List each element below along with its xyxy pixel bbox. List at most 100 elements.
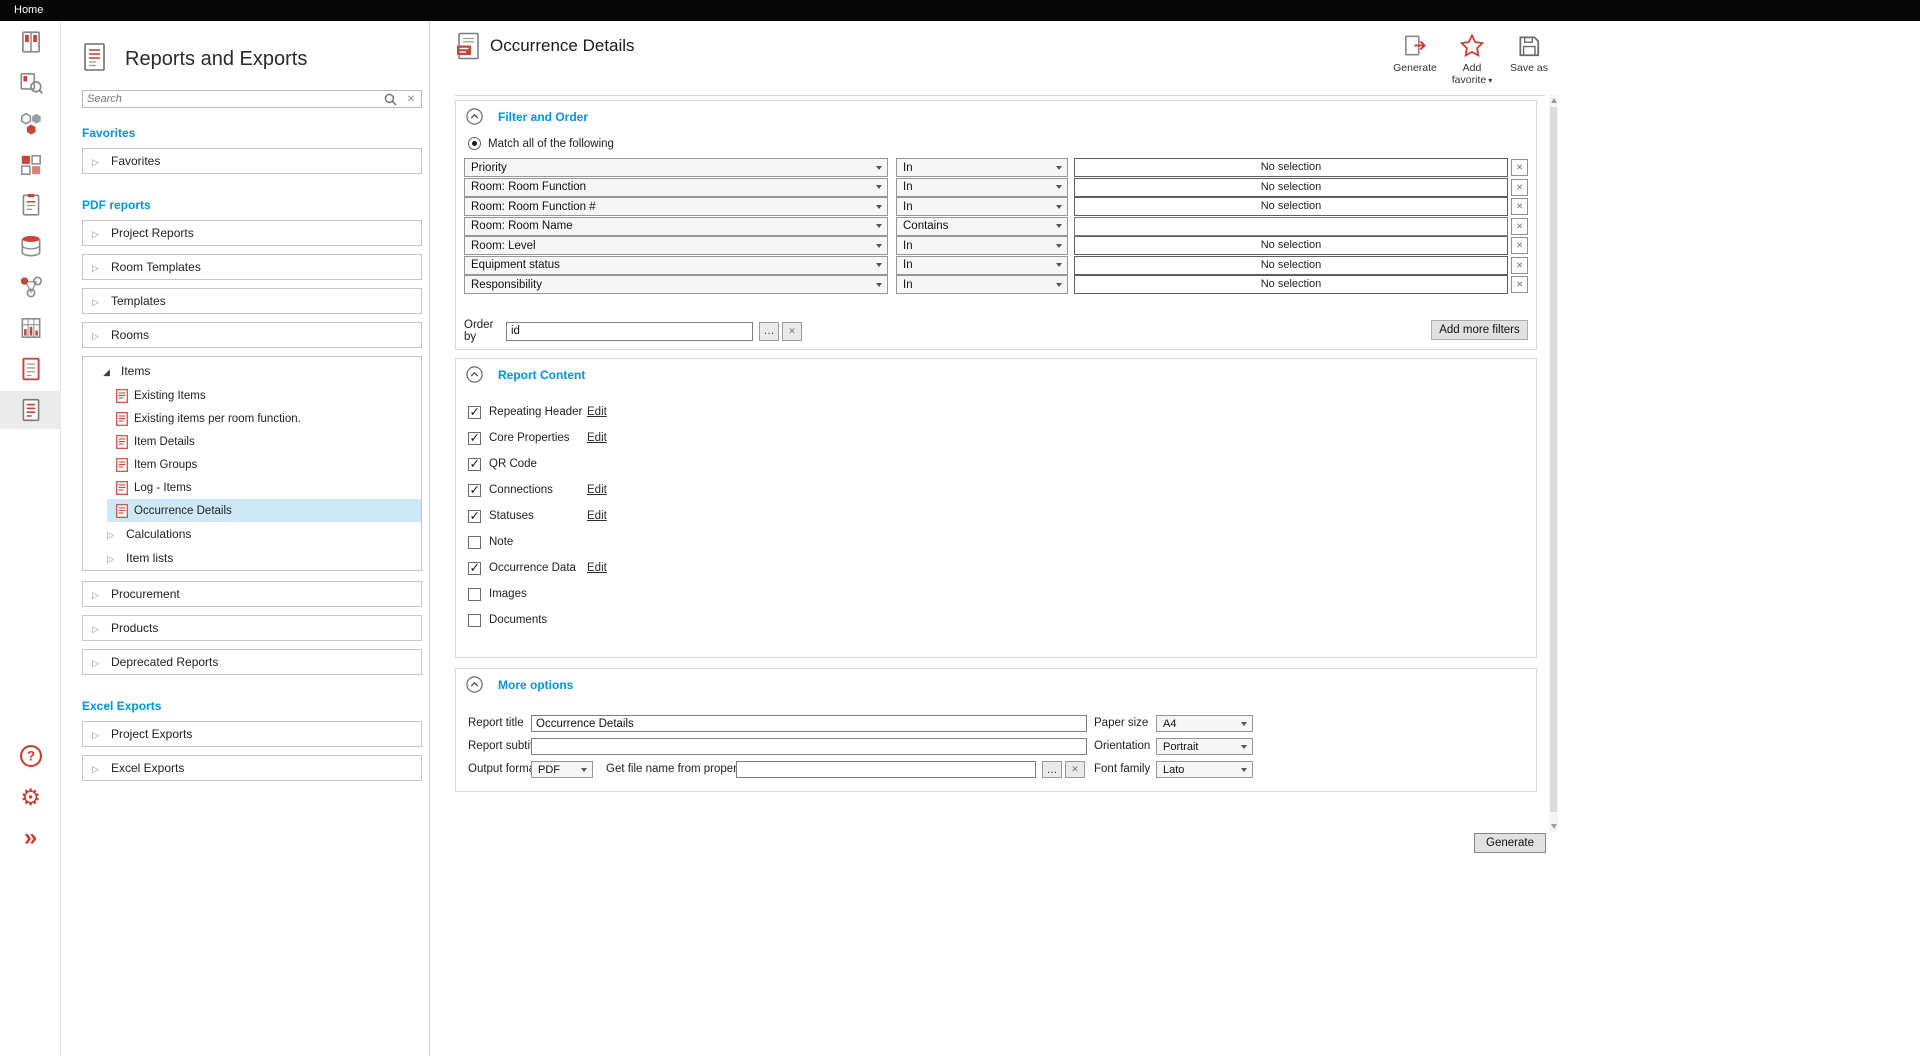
filter-value-selector[interactable]: No selection	[1074, 197, 1508, 216]
sidebar-group-products[interactable]: Products	[82, 615, 422, 641]
filter-value-selector[interactable]: No selection	[1074, 236, 1508, 255]
filter-field-select[interactable]: Equipment status	[464, 256, 888, 275]
edit-link[interactable]: Edit	[587, 406, 607, 418]
sidebar-group-project-exports[interactable]: Project Exports	[82, 721, 422, 747]
filter-field-select[interactable]: Room: Room Function #	[464, 197, 888, 216]
note-checkbox[interactable]	[468, 536, 481, 549]
report-item-item-details[interactable]: Item Details	[107, 430, 421, 453]
filter-operator-select[interactable]: In	[896, 158, 1068, 177]
output-format-select[interactable]: PDF	[531, 761, 593, 778]
report-item-occurrence-details[interactable]: Occurrence Details	[107, 499, 421, 522]
filter-field-select[interactable]: Responsibility	[464, 275, 888, 294]
flowchart-icon[interactable]	[0, 268, 61, 306]
filter-operator-select[interactable]: In	[896, 197, 1068, 216]
hexagons-icon[interactable]	[0, 105, 61, 143]
filter-field-select[interactable]: Priority	[464, 158, 888, 177]
remove-filter-button[interactable]	[1511, 257, 1528, 274]
remove-filter-button[interactable]	[1511, 218, 1528, 235]
sidebar-group-project-reports[interactable]: Project Reports	[82, 220, 422, 246]
subgroup-item-lists[interactable]: Item lists	[83, 546, 421, 570]
cabinet-search-icon[interactable]	[0, 64, 61, 102]
items-group-header[interactable]: Items	[83, 357, 421, 384]
filter-field-select[interactable]: Room: Level	[464, 236, 888, 255]
report-item-log-items[interactable]: Log - Items	[107, 476, 421, 499]
remove-filter-button[interactable]	[1511, 159, 1528, 176]
scroll-down-icon[interactable]	[1551, 824, 1557, 829]
clear-search-icon[interactable]	[401, 94, 421, 105]
sidebar-group-procurement[interactable]: Procurement	[82, 581, 422, 607]
filter-field-select[interactable]: Room: Room Function	[464, 178, 888, 197]
collapse-section-icon[interactable]	[466, 676, 483, 693]
building-chart-icon[interactable]	[0, 309, 61, 347]
report-item-existing-items-per-room-function[interactable]: Existing items per room function.	[107, 407, 421, 430]
remove-filter-button[interactable]	[1511, 237, 1528, 254]
order-by-input[interactable]	[506, 322, 753, 341]
clear-file-name-button[interactable]	[1065, 761, 1085, 778]
sidebar-group-templates[interactable]: Templates	[82, 288, 422, 314]
colored-boxes-icon[interactable]	[0, 146, 61, 184]
scroll-up-icon[interactable]	[1551, 98, 1557, 103]
report-title-input[interactable]	[531, 715, 1087, 732]
report-document-icon[interactable]	[0, 391, 61, 429]
sidebar-group-deprecated-reports[interactable]: Deprecated Reports	[82, 649, 422, 675]
double-chevron-icon[interactable]: »	[0, 819, 61, 857]
filter-value-selector[interactable]: No selection	[1074, 256, 1508, 275]
filter-field-select[interactable]: Room: Room Name	[464, 217, 888, 236]
sidebar-group-rooms[interactable]: Rooms	[82, 322, 422, 348]
filter-operator-select[interactable]: In	[896, 275, 1068, 294]
filter-value-selector[interactable]: No selection	[1074, 275, 1508, 294]
save-as-tool-button[interactable]: Save as	[1502, 33, 1556, 86]
generate-button[interactable]: Generate	[1474, 833, 1546, 853]
search-input[interactable]	[83, 92, 379, 106]
documents-checkbox[interactable]	[468, 614, 481, 627]
repeating-header-checkbox[interactable]	[468, 406, 481, 419]
sidebar-group-room-templates[interactable]: Room Templates	[82, 254, 422, 280]
cabinet-icon[interactable]	[0, 23, 61, 61]
generate-tool-button[interactable]: Generate	[1388, 33, 1442, 86]
database-icon[interactable]	[0, 227, 61, 265]
vertical-scrollbar[interactable]	[1549, 95, 1558, 832]
clear-order-button[interactable]	[782, 322, 802, 341]
connections-checkbox[interactable]	[468, 484, 481, 497]
core-properties-checkbox[interactable]	[468, 432, 481, 445]
report-item-existing-items[interactable]: Existing Items	[107, 384, 421, 407]
add-more-filters-button[interactable]: Add more filters	[1431, 320, 1528, 340]
framed-document-icon[interactable]	[0, 350, 61, 388]
settings-gear-icon[interactable]: ⚙	[0, 778, 61, 816]
remove-filter-button[interactable]	[1511, 276, 1528, 293]
remove-filter-button[interactable]	[1511, 198, 1528, 215]
orientation-select[interactable]: Portrait	[1156, 738, 1253, 755]
edit-link[interactable]: Edit	[587, 432, 607, 444]
filter-value-selector[interactable]: No selection	[1074, 158, 1508, 177]
clipboard-icon[interactable]	[0, 186, 61, 224]
statuses-checkbox[interactable]	[468, 510, 481, 523]
edit-link[interactable]: Edit	[587, 510, 607, 522]
report-item-item-groups[interactable]: Item Groups	[107, 453, 421, 476]
collapse-section-icon[interactable]	[466, 366, 483, 383]
sidebar-group-favorites[interactable]: Favorites	[82, 148, 422, 174]
match-all-radio[interactable]	[468, 137, 481, 150]
ellipsis-browse-button[interactable]	[759, 322, 779, 341]
remove-filter-button[interactable]	[1511, 179, 1528, 196]
filter-value-selector[interactable]: No selection	[1074, 178, 1508, 197]
scrollbar-thumb[interactable]	[1550, 107, 1557, 812]
sidebar-group-excel-exports[interactable]: Excel Exports	[82, 755, 422, 781]
report-subtitle-input[interactable]	[531, 738, 1087, 755]
filter-operator-select[interactable]: Contains	[896, 217, 1068, 236]
edit-link[interactable]: Edit	[587, 484, 607, 496]
home-tab[interactable]: Home	[0, 0, 57, 21]
filter-operator-select[interactable]: In	[896, 236, 1068, 255]
font-family-select[interactable]: Lato	[1156, 761, 1253, 778]
paper-size-select[interactable]: A4	[1156, 715, 1253, 732]
ellipsis-browse-button[interactable]	[1042, 761, 1062, 778]
qr-code-checkbox[interactable]	[468, 458, 481, 471]
add-favorite-tool-button[interactable]: Add favorite	[1445, 33, 1499, 86]
edit-link[interactable]: Edit	[587, 562, 607, 574]
collapse-section-icon[interactable]	[466, 108, 483, 125]
filter-operator-select[interactable]: In	[896, 178, 1068, 197]
images-checkbox[interactable]	[468, 588, 481, 601]
filter-operator-select[interactable]: In	[896, 256, 1068, 275]
help-icon[interactable]: ?	[0, 737, 61, 775]
occurrence-data-checkbox[interactable]	[468, 562, 481, 575]
filter-value-input[interactable]	[1074, 217, 1508, 236]
